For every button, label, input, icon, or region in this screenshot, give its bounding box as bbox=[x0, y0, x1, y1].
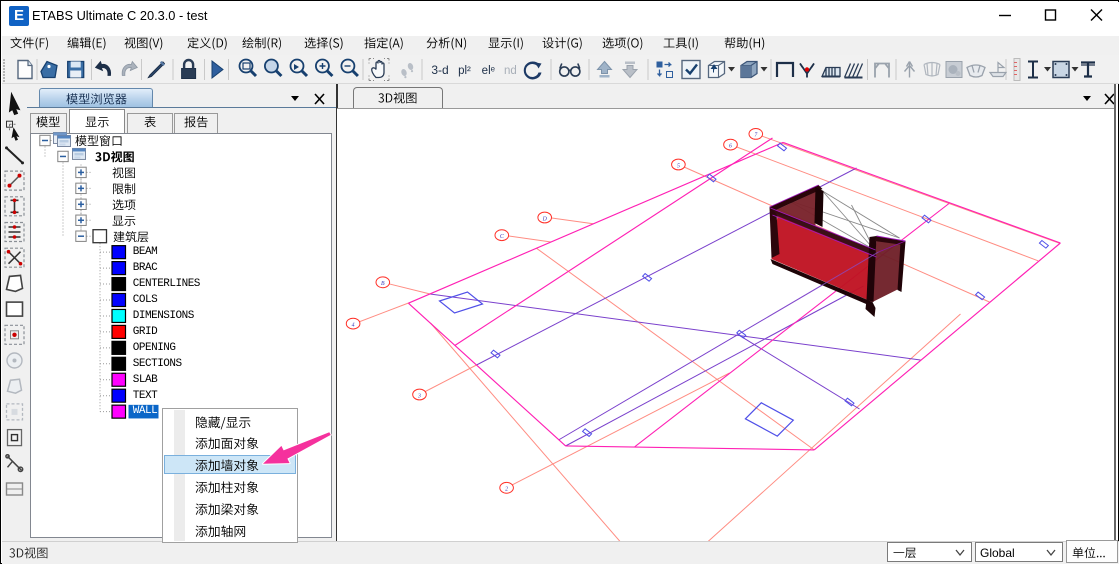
svg-text:D: D bbox=[541, 216, 547, 222]
svg-text:B: B bbox=[381, 281, 385, 287]
svg-text:5: 5 bbox=[676, 163, 679, 169]
svg-text:3-d: 3-d bbox=[431, 63, 448, 77]
svg-text:elᵉ: elᵉ bbox=[482, 65, 495, 77]
svg-text:nd: nd bbox=[504, 65, 517, 77]
svg-text:2: 2 bbox=[505, 487, 508, 493]
svg-text:pl²: pl² bbox=[458, 65, 471, 77]
svg-text:4: 4 bbox=[351, 321, 354, 328]
svg-text:6: 6 bbox=[729, 143, 732, 149]
svg-text:3: 3 bbox=[417, 393, 421, 399]
svg-text:C: C bbox=[499, 234, 503, 240]
